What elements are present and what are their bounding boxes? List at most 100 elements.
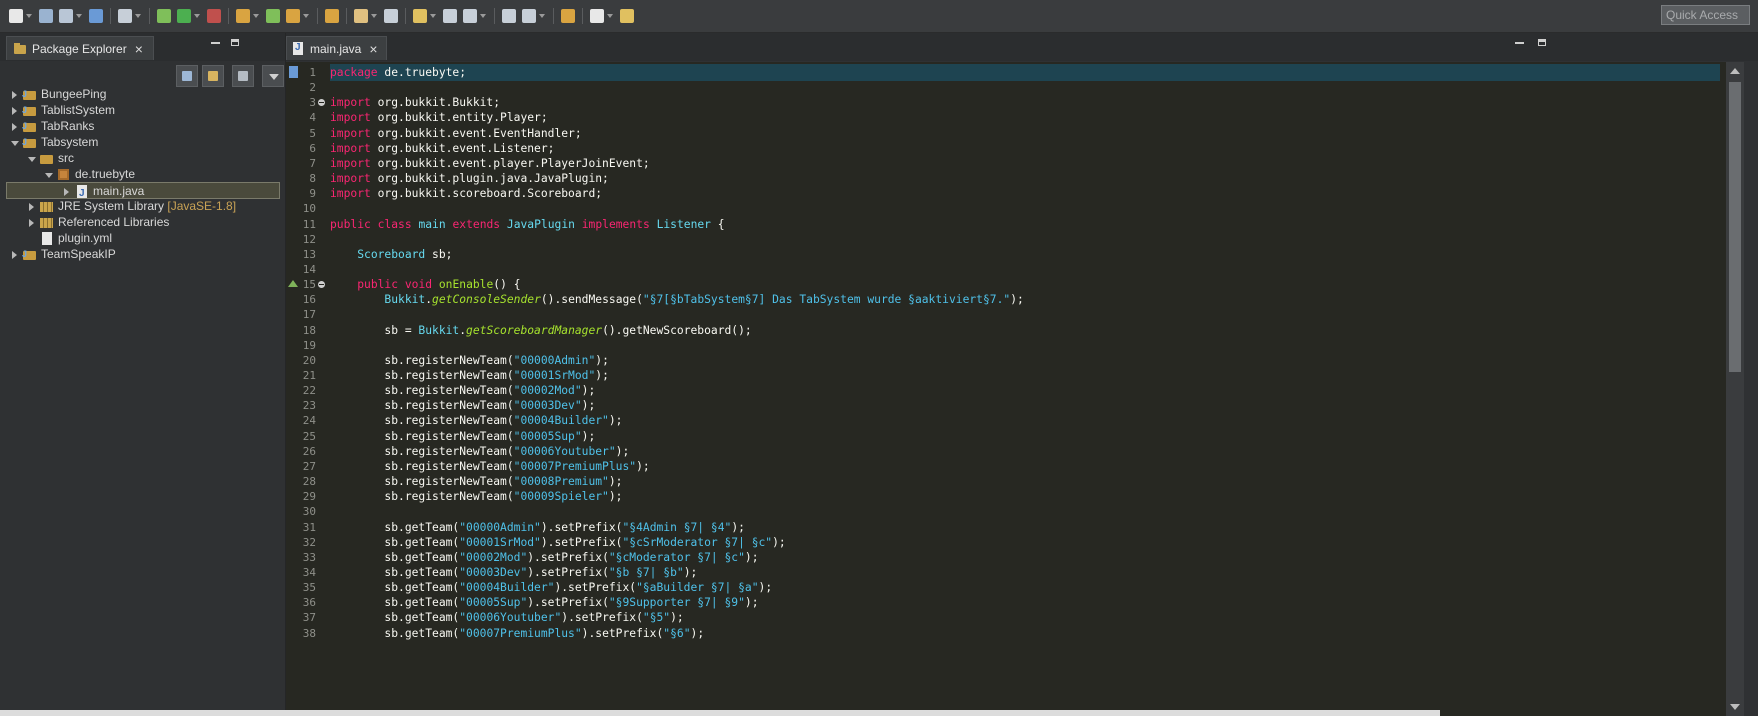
horizontal-scrollbar[interactable] [0,710,1440,716]
code-token: getConsoleSender [432,293,541,307]
debug-icon[interactable] [157,9,171,23]
java-project-icon [22,118,37,135]
chevron-right-icon[interactable] [29,219,34,227]
tree-item[interactable]: Tabsystem [6,134,280,151]
tree-item[interactable]: TabRanks [6,118,280,135]
dropdown-arrow-icon[interactable] [135,14,141,18]
save-all-icon[interactable] [59,9,73,23]
next-annotation-icon[interactable] [502,9,516,23]
dropdown-arrow-icon[interactable] [480,14,486,18]
last-edit-icon[interactable] [561,9,575,23]
close-icon[interactable]: × [135,42,143,56]
chevron-right-icon[interactable] [12,107,17,115]
maximize-icon[interactable] [231,39,239,46]
search-icon[interactable] [354,9,368,23]
package-explorer-view: Package Explorer × BungeePing TablistSyst… [0,33,286,716]
dropdown-arrow-icon[interactable] [539,14,545,18]
new-java-project-icon[interactable] [236,9,250,23]
skip-breakpoints-icon[interactable] [118,9,132,23]
code-line[interactable]: sb.getTeam("00007PremiumPlus").setPrefix… [330,625,1720,642]
forward-icon[interactable] [620,9,634,23]
editor-area: main.java × 1234567891011121314151617181… [286,33,1758,716]
minimize-icon[interactable] [211,42,220,44]
tree-item[interactable]: main.java [6,182,280,202]
scroll-down-icon[interactable] [1730,704,1740,710]
code-token: ).setPrefix( [540,535,623,549]
tree-item[interactable]: TeamSpeakIP [6,246,280,263]
tree-item[interactable]: TablistSystem [6,102,280,119]
new-icon[interactable] [9,9,23,23]
code-token: ); [595,353,609,367]
dropdown-arrow-icon[interactable] [371,14,377,18]
back-icon[interactable] [590,9,604,23]
chevron-right-icon[interactable] [12,91,17,99]
code-token: sb.getTeam( [330,581,460,595]
annotation-icon[interactable] [384,9,398,23]
chevron-right-icon[interactable] [12,251,17,259]
chevron-down-icon[interactable] [45,173,53,178]
vertical-scrollbar[interactable] [1726,62,1744,716]
quick-access-input[interactable]: Quick Access [1661,5,1750,25]
mark-occurrences-icon[interactable] [413,9,427,23]
chevron-right-icon[interactable] [29,203,34,211]
collapse-fold-icon[interactable] [318,281,325,289]
code-token: sb = [330,323,419,337]
tab-main-java[interactable]: main.java × [286,36,387,60]
view-menu-button[interactable] [262,65,284,87]
dropdown-arrow-icon[interactable] [194,14,200,18]
scroll-up-icon[interactable] [1730,68,1740,74]
override-marker-icon[interactable] [288,280,298,288]
dropdown-arrow-icon[interactable] [253,14,259,18]
chevron-right-icon[interactable] [12,123,17,131]
toolbar-separator [494,8,495,24]
close-icon[interactable]: × [369,42,377,56]
new-class-icon[interactable] [266,9,280,23]
code-editor[interactable]: 1 2 3 4 5 6 7 8 9 10 11 12 13 14 15 16 17 18 19 20 21 22 23 24 2… [286,62,1726,716]
code-token: "§cModerator §7| §c" [608,550,745,564]
terminal-icon[interactable] [89,9,103,23]
chevron-right-icon[interactable] [64,188,69,196]
tree-item[interactable]: plugin.yml [6,230,280,247]
prev-annotation-icon[interactable] [522,9,536,23]
link-with-editor-button[interactable] [202,65,224,87]
save-icon[interactable] [39,9,53,23]
external-tools-icon[interactable] [207,9,221,23]
code-token: ); [1010,293,1024,307]
minimize-icon[interactable] [1515,42,1524,44]
tree-item[interactable]: BungeePing [6,86,280,103]
code-token: onEnable [438,278,494,292]
tree-item[interactable]: de.truebyte [6,166,280,183]
toolbar-icons [6,6,637,26]
tree-item[interactable]: JRE System Library [JavaSE-1.8] [6,198,280,215]
open-type-icon[interactable] [286,9,300,23]
code-token: "00006Youtuber" [459,611,562,625]
show-whitespace-icon[interactable] [463,9,477,23]
tab-package-explorer[interactable]: Package Explorer × [6,36,154,60]
focus-button[interactable] [232,65,254,87]
toolbar-separator [553,8,554,24]
open-task-icon[interactable] [325,9,339,23]
dropdown-arrow-icon[interactable] [607,14,613,18]
block-selection-icon[interactable] [443,9,457,23]
code-token: sb.registerNewTeam( [330,444,514,458]
dropdown-arrow-icon[interactable] [26,14,32,18]
scrollbar-thumb[interactable] [1729,82,1741,372]
dropdown-arrow-icon[interactable] [303,14,309,18]
maximize-icon[interactable] [1538,39,1546,46]
dropdown-arrow-icon[interactable] [430,14,436,18]
code-token: ); [595,369,609,382]
chevron-down-icon[interactable] [11,141,19,146]
line-number: 38 [302,626,316,640]
code-token: sb; [425,247,453,261]
collapse-all-button[interactable] [176,65,198,87]
chevron-down-icon[interactable] [28,157,36,162]
java-file-icon [293,42,303,55]
code-token: ); [670,611,684,625]
java-file-icon [74,184,89,202]
collapse-fold-icon[interactable] [318,99,325,107]
dropdown-arrow-icon[interactable] [76,14,82,18]
tree-item[interactable]: Referenced Libraries [6,214,280,231]
run-icon[interactable] [177,9,191,23]
tree-item[interactable]: src [6,150,280,167]
